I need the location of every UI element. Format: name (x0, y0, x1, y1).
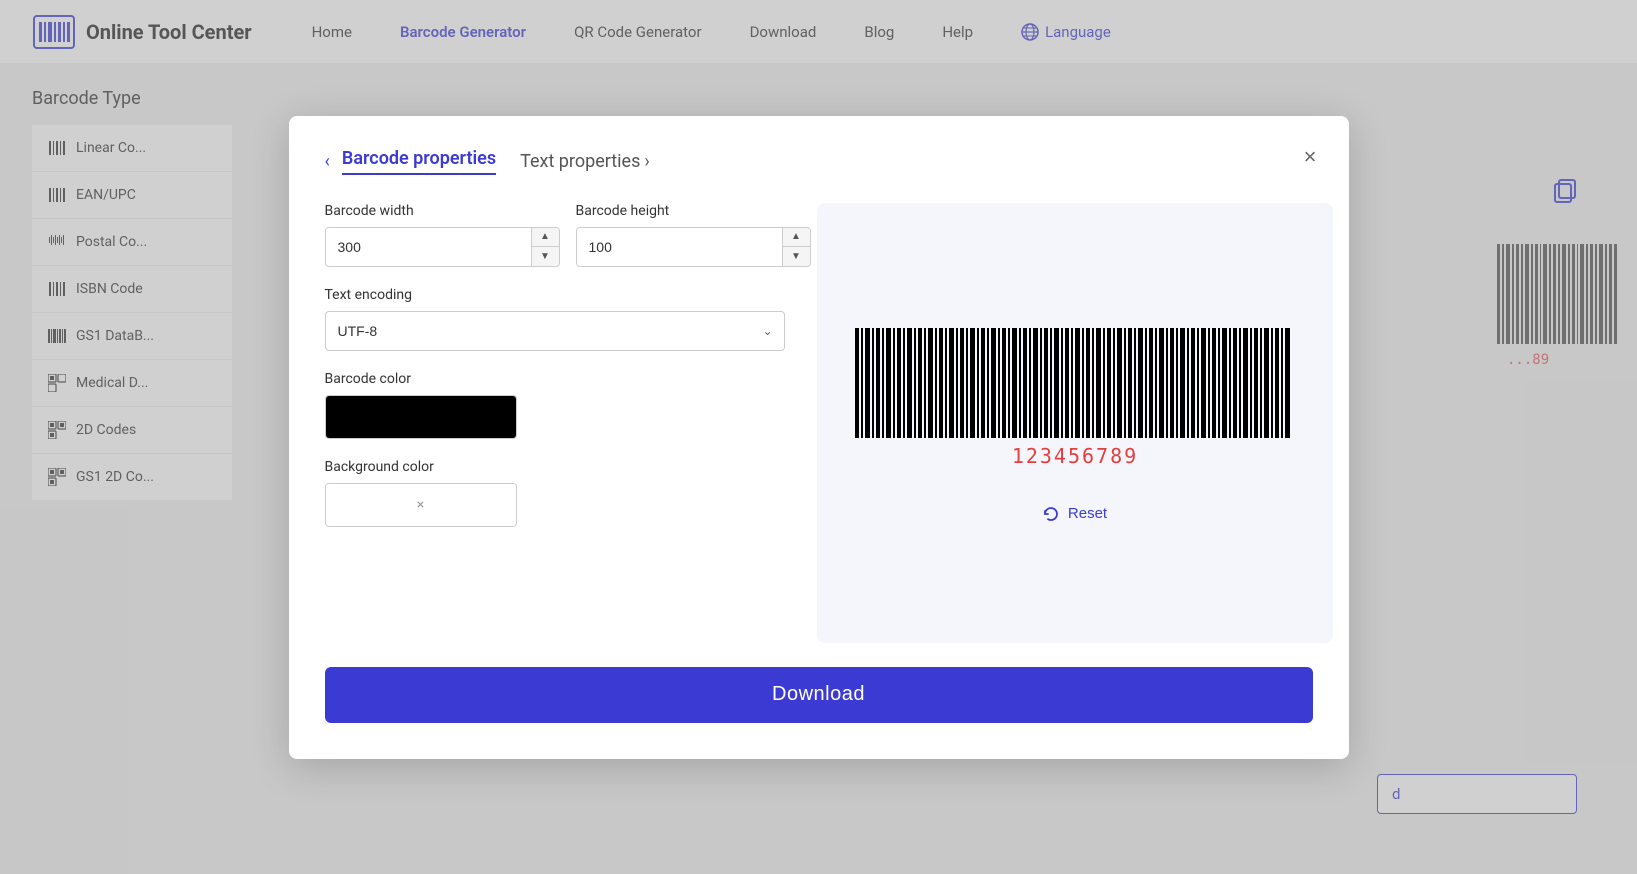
left-panel: Barcode width ▲ ▼ Barcode height (325, 203, 785, 643)
barcode-width-group: Barcode width ▲ ▼ (325, 203, 560, 267)
barcode-color-swatch[interactable] (325, 395, 517, 439)
barcode-properties-modal: ‹ Barcode properties Text properties › ×… (289, 116, 1349, 759)
barcode-height-input[interactable] (577, 228, 782, 266)
barcode-width-label: Barcode width (325, 203, 560, 219)
tab-next-arrow: › (644, 151, 649, 172)
dimensions-row: Barcode width ▲ ▼ Barcode height (325, 203, 785, 267)
tab-text-properties[interactable]: Text properties › (520, 151, 650, 172)
barcode-height-down[interactable]: ▼ (783, 247, 810, 266)
tab-barcode-properties[interactable]: Barcode properties (342, 148, 496, 175)
modal-header: ‹ Barcode properties Text properties › × (325, 148, 1313, 175)
tab-prev-arrow[interactable]: ‹ (325, 151, 330, 172)
barcode-color-preview (326, 396, 516, 438)
barcode-height-input-row: ▲ ▼ (576, 227, 811, 267)
barcode-height-spinner: ▲ ▼ (782, 228, 810, 266)
background-color-label: Background color (325, 459, 785, 475)
barcode-height-up[interactable]: ▲ (783, 228, 810, 248)
barcode-height-label: Barcode height (576, 203, 811, 219)
bg-color-clear-icon: × (417, 497, 424, 513)
barcode-color-label: Barcode color (325, 371, 785, 387)
text-encoding-select[interactable]: UTF-8 ISO-8859-1 ASCII (325, 311, 785, 351)
barcode-height-group: Barcode height ▲ ▼ (576, 203, 811, 267)
barcode-width-down[interactable]: ▼ (532, 247, 559, 266)
text-encoding-label: Text encoding (325, 287, 785, 303)
download-button[interactable]: Download (325, 667, 1313, 723)
modal-close-button[interactable]: × (1304, 144, 1317, 170)
reset-icon (1042, 505, 1060, 523)
background-color-swatch[interactable]: × (325, 483, 517, 527)
barcode-width-up[interactable]: ▲ (532, 228, 559, 248)
modal-overlay: ‹ Barcode properties Text properties › ×… (0, 0, 1637, 874)
barcode-width-input-row: ▲ ▼ (325, 227, 560, 267)
background-color-preview: × (326, 484, 516, 526)
svg-text:123456789: 123456789 (1011, 444, 1137, 468)
barcode-width-input[interactable] (326, 228, 531, 266)
reset-label: Reset (1068, 505, 1107, 522)
barcode-preview: 123456789 (845, 323, 1305, 477)
barcode-image: 123456789 (845, 323, 1305, 473)
modal-body: Barcode width ▲ ▼ Barcode height (325, 203, 1313, 643)
barcode-width-spinner: ▲ ▼ (531, 228, 559, 266)
text-encoding-select-wrap: UTF-8 ISO-8859-1 ASCII ⌄ (325, 311, 785, 351)
reset-button[interactable]: Reset (1042, 505, 1107, 523)
barcode-preview-panel: 123456789 Reset (817, 203, 1333, 643)
